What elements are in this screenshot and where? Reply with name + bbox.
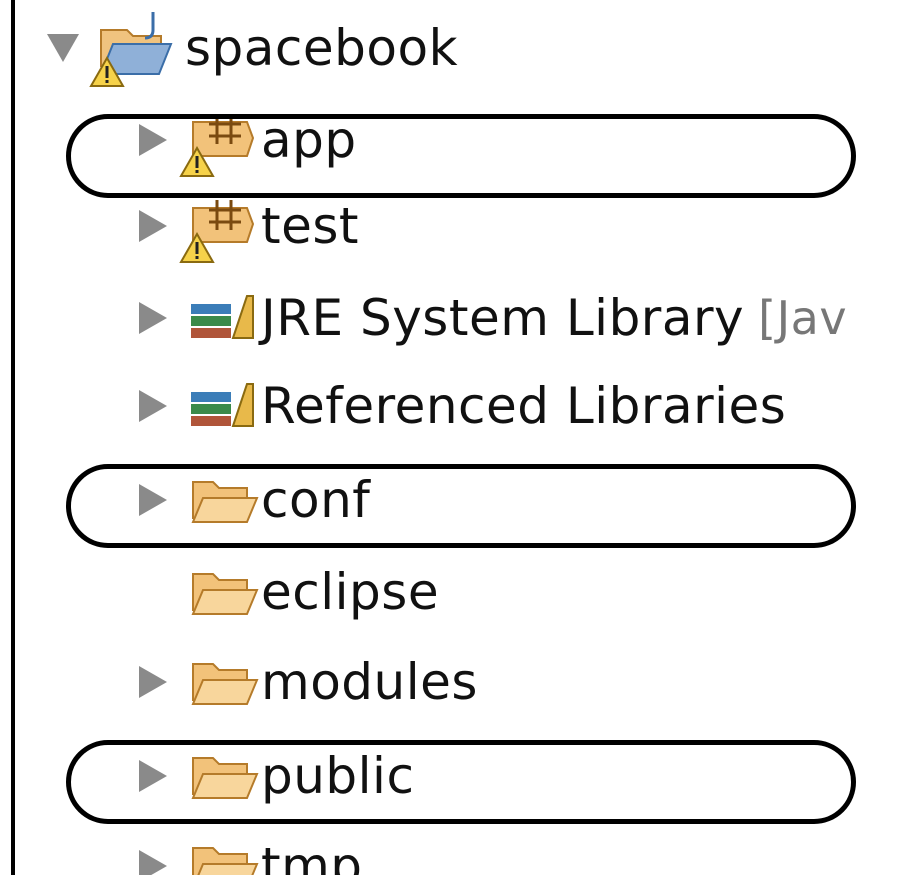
highlight-oval-app [66,114,856,198]
tree-item-jre-system-library[interactable]: JRE System Library [Jav [133,278,847,358]
expanded-triangle-icon[interactable] [43,28,83,68]
tree-item-spacebook[interactable]: spacebook [43,8,458,88]
tree-item-label: spacebook [185,19,459,77]
tree-item-label: tmp [261,837,363,875]
library-icon [173,278,259,358]
project-warning-icon [83,8,183,88]
tree-item-label: test [261,197,360,255]
collapsed-triangle-icon[interactable] [133,298,173,338]
highlight-oval-public [66,740,856,824]
folder-icon [173,552,259,632]
tree-item-test[interactable]: test [133,186,359,266]
tree-item-label: eclipse [261,563,440,621]
tree-item-decoration: [Jav [758,291,848,345]
library-icon [173,366,259,446]
source-package-warning-icon [173,186,259,266]
tree-item-label: modules [261,653,478,711]
tree-item-label: JRE System Library [261,289,745,347]
collapsed-triangle-icon[interactable] [133,662,173,702]
tree-item-tmp[interactable]: tmp [133,826,363,875]
folder-icon [173,826,259,875]
tree-item-eclipse[interactable]: eclipse [133,552,439,632]
tree-item-label: Referenced Libraries [261,377,787,435]
tree-item-referenced-libraries[interactable]: Referenced Libraries [133,366,786,446]
tree-item-modules[interactable]: modules [133,642,478,722]
collapsed-triangle-icon[interactable] [133,846,173,875]
highlight-oval-conf [66,464,856,548]
collapsed-triangle-icon[interactable] [133,386,173,426]
folder-icon [173,642,259,722]
collapsed-triangle-icon[interactable] [133,206,173,246]
